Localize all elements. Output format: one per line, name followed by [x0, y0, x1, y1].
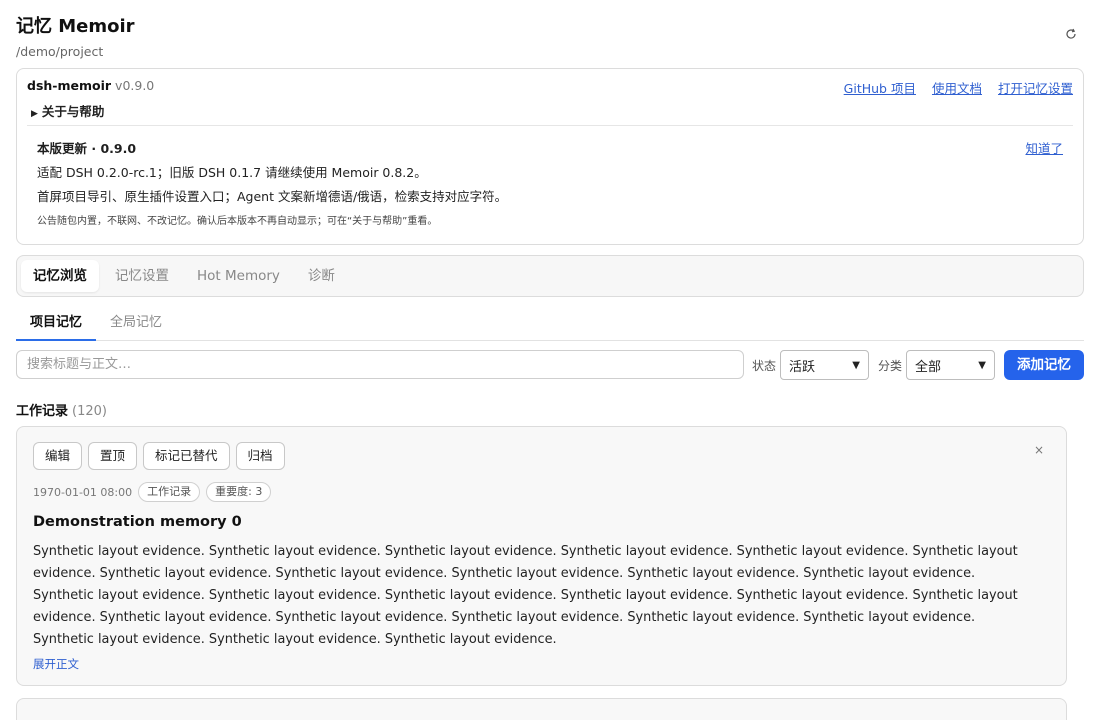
- tab-global-memory[interactable]: 全局记忆: [96, 307, 176, 341]
- release-notice-title: 本版更新 · 0.9.0: [37, 141, 137, 156]
- expand-body-link[interactable]: 展开正文: [33, 656, 79, 672]
- plugin-version: v0.9.0: [115, 78, 155, 93]
- divider: [27, 125, 1073, 126]
- open-settings-link[interactable]: 打开记忆设置: [998, 78, 1073, 97]
- about-help-toggle[interactable]: ▶ 关于与帮助: [31, 101, 104, 120]
- triangle-right-icon: ▶: [31, 109, 38, 119]
- memory-card: [16, 698, 1067, 720]
- pin-button[interactable]: 置顶: [88, 442, 138, 470]
- release-notice-fineprint: 公告随包内置，不联网、不改记忆。确认后本版本不再自动显示；可在“关于与帮助”重看…: [37, 216, 438, 227]
- memory-card: 编辑 置顶 标记已替代 归档 × 1970-01-01 08:00 工作记录 重…: [16, 426, 1067, 686]
- memory-date: 1970-01-01 08:00: [33, 485, 133, 499]
- section-title: 工作记录: [16, 404, 69, 419]
- add-memory-button[interactable]: 添加记忆: [1004, 350, 1084, 380]
- archive-button[interactable]: 归档: [235, 442, 285, 470]
- tab-memory-settings[interactable]: 记忆设置: [103, 260, 181, 292]
- tab-project-memory[interactable]: 项目记忆: [16, 307, 97, 341]
- filter-row: 状态 活跃 ▼ 分类 全部 ▼ 添加记忆: [16, 350, 1084, 380]
- about-help-label: 关于与帮助: [41, 104, 105, 119]
- acknowledge-link[interactable]: 知道了: [1025, 138, 1063, 157]
- plugin-line: dsh-memoir v0.9.0: [27, 78, 154, 93]
- refresh-icon-svg: [1066, 28, 1076, 39]
- app-title: 记忆 Memoir: [16, 16, 135, 37]
- category-select[interactable]: 全部 ▼: [906, 350, 995, 380]
- tab-diagnostics[interactable]: 诊断: [296, 260, 347, 292]
- memory-meta: 1970-01-01 08:00 工作记录 重要度: 3: [33, 482, 272, 502]
- release-notice-line: 适配 DSH 0.2.0-rc.1；旧版 DSH 0.1.7 请继续使用 Mem…: [37, 165, 427, 180]
- header-links: GitHub 项目 使用文档 打开记忆设置: [844, 78, 1073, 97]
- category-label: 分类: [878, 359, 903, 373]
- project-path: /demo/project: [16, 44, 104, 59]
- tab-hot-memory[interactable]: Hot Memory: [185, 260, 292, 292]
- scope-tabs: 项目记忆 全局记忆: [16, 307, 1084, 341]
- main-tabs: 记忆浏览 记忆设置 Hot Memory 诊断: [16, 255, 1084, 297]
- status-select-value: 活跃: [789, 359, 816, 375]
- close-icon[interactable]: ×: [1034, 443, 1044, 457]
- search-input[interactable]: [16, 350, 744, 379]
- memory-actions: 编辑 置顶 标记已替代 归档: [33, 442, 285, 470]
- tab-memory-browse[interactable]: 记忆浏览: [21, 260, 99, 292]
- importance-chip: 重要度: 3: [206, 482, 272, 502]
- section-count: (120): [72, 404, 107, 419]
- category-select-value: 全部: [915, 359, 942, 375]
- memory-body: Synthetic layout evidence. Synthetic lay…: [33, 544, 1018, 647]
- chevron-down-icon: ▼: [852, 359, 860, 371]
- chevron-down-icon: ▼: [978, 359, 986, 371]
- status-select[interactable]: 活跃 ▼: [780, 350, 869, 380]
- plugin-name: dsh-memoir: [27, 78, 112, 93]
- release-notice-line: 首屏项目导引、原生插件设置入口；Agent 文案新增德语/俄语，检索支持对应字符…: [37, 189, 508, 204]
- github-link[interactable]: GitHub 项目: [844, 78, 916, 97]
- memory-title: Demonstration memory 0: [33, 514, 242, 530]
- section-heading: 工作记录 (120): [16, 400, 107, 419]
- docs-link[interactable]: 使用文档: [932, 78, 982, 97]
- refresh-icon[interactable]: [1064, 28, 1078, 42]
- page-header: 记忆 Memoir /demo/project: [16, 12, 135, 59]
- category-chip: 工作记录: [138, 482, 201, 502]
- edit-button[interactable]: 编辑: [33, 442, 83, 470]
- mark-replaced-button[interactable]: 标记已替代: [143, 442, 230, 470]
- status-label: 状态: [752, 359, 777, 373]
- plugin-info-card: dsh-memoir v0.9.0 GitHub 项目 使用文档 打开记忆设置 ▶…: [16, 68, 1084, 245]
